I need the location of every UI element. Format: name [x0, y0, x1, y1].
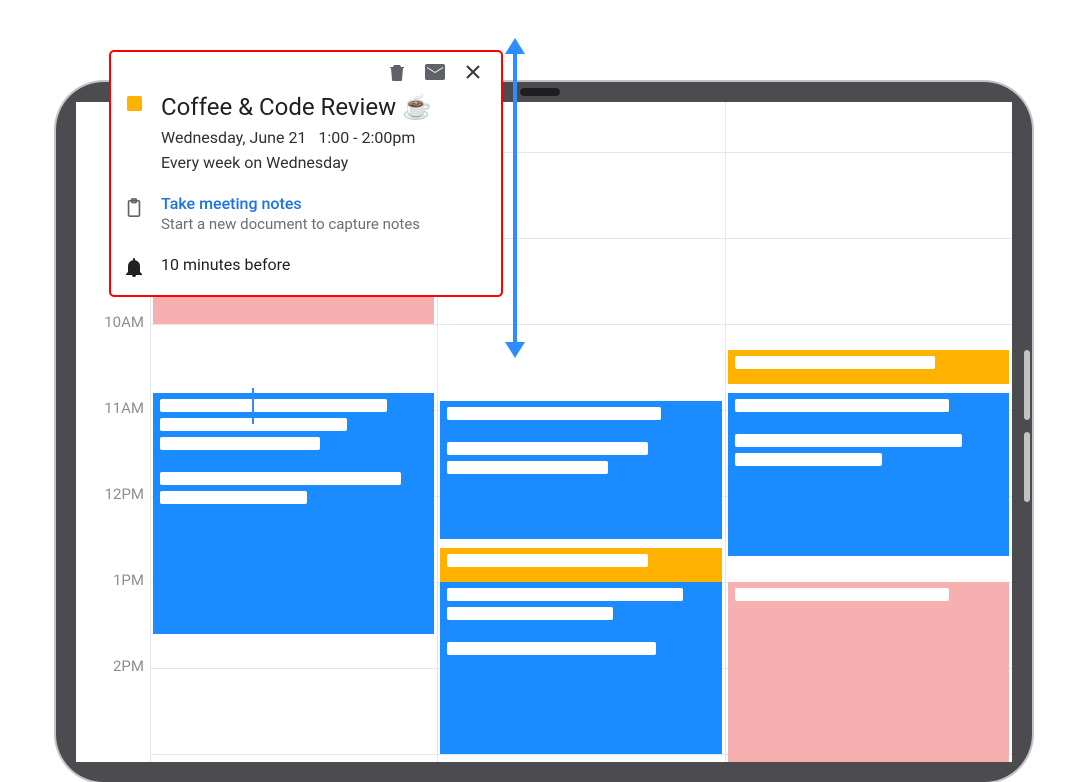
hour-label: 12PM	[88, 487, 144, 503]
event-text-placeholder	[447, 554, 647, 567]
event-text-placeholder	[447, 642, 656, 655]
calendar-event[interactable]	[440, 401, 721, 539]
close-icon[interactable]	[463, 62, 483, 82]
event-text-placeholder	[160, 437, 320, 450]
event-detail-popup: Coffee & Code Review ☕ Wednesday, June 2…	[109, 50, 503, 297]
calendar-event[interactable]	[728, 350, 1009, 384]
device-side-button	[1024, 432, 1030, 502]
event-reminder: 10 minutes before	[161, 253, 290, 274]
bell-icon	[125, 253, 143, 277]
event-color-swatch	[127, 96, 142, 111]
event-text-placeholder	[735, 588, 949, 601]
calendar-event[interactable]	[440, 548, 721, 582]
event-text-placeholder	[447, 607, 613, 620]
device-camera-notch	[520, 88, 560, 96]
clipboard-icon	[125, 194, 143, 218]
event-text-placeholder	[735, 453, 882, 466]
device-side-button	[1024, 350, 1030, 420]
hour-gridline	[150, 324, 1012, 325]
event-text-placeholder	[160, 491, 307, 504]
hour-label: 10AM	[88, 315, 144, 331]
event-text-placeholder	[447, 442, 647, 455]
pointer-line	[252, 388, 254, 424]
email-icon[interactable]	[425, 62, 445, 82]
event-text-placeholder	[447, 461, 607, 474]
hour-label: 1PM	[88, 573, 144, 589]
event-text-placeholder	[735, 399, 949, 412]
delete-icon[interactable]	[387, 62, 407, 82]
event-recurrence: Every week on Wednesday	[161, 153, 487, 172]
calendar-event[interactable]	[153, 393, 434, 634]
event-text-placeholder	[160, 472, 401, 485]
day-gridline	[725, 102, 726, 762]
event-text-placeholder	[447, 588, 682, 601]
event-title: Coffee & Code Review ☕	[161, 92, 487, 122]
event-datetime: Wednesday, June 21 1:00 - 2:00pm	[161, 128, 487, 147]
event-text-placeholder	[160, 399, 387, 412]
take-meeting-notes-link[interactable]: Take meeting notes	[161, 194, 487, 213]
calendar-event[interactable]	[440, 582, 721, 754]
calendar-event[interactable]	[728, 393, 1009, 556]
hour-label: 2PM	[88, 659, 144, 675]
measure-arrow-vertical	[513, 52, 517, 344]
event-text-placeholder	[735, 434, 962, 447]
hour-label: 11AM	[88, 401, 144, 417]
take-meeting-notes-desc: Start a new document to capture notes	[161, 215, 487, 233]
event-text-placeholder	[447, 407, 661, 420]
event-text-placeholder	[735, 356, 935, 369]
calendar-event[interactable]	[728, 582, 1009, 762]
